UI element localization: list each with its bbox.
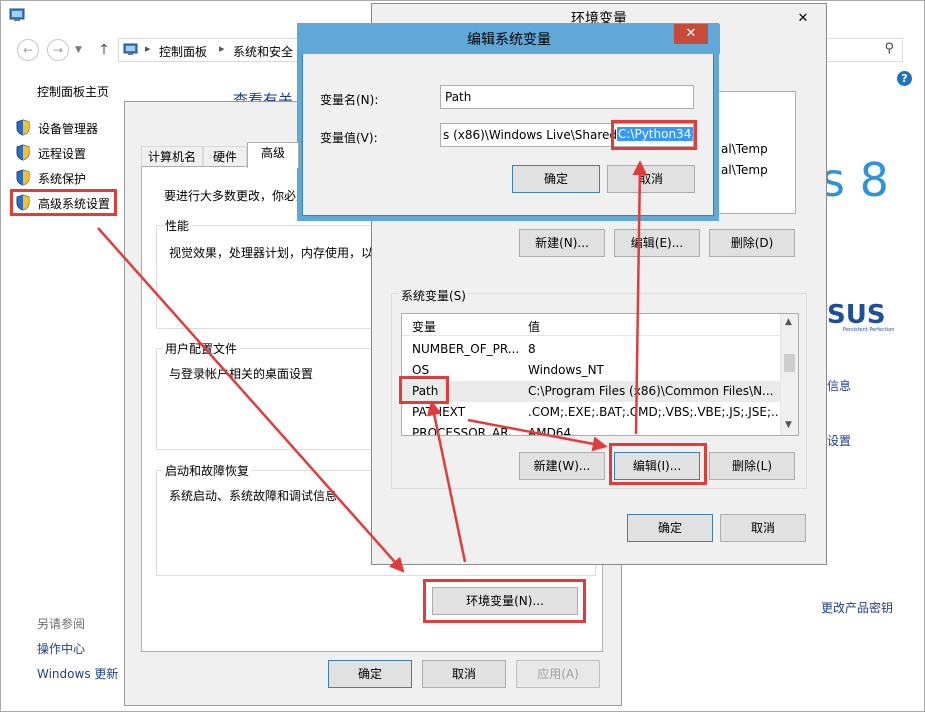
see-also-heading: 另请参阅 bbox=[37, 617, 86, 631]
variable-name-label: 变量名(N): bbox=[320, 93, 379, 107]
edit-dialog-title: 编辑系统变量 bbox=[467, 32, 551, 48]
var-name: NUMBER_OF_PR... bbox=[412, 342, 520, 356]
annotation-highlight-edit-button bbox=[609, 443, 707, 485]
change-product-key-link[interactable]: 更改产品密钥 bbox=[821, 599, 893, 616]
var-value: .COM;.EXE;.BAT;.CMD;.VBS;.VBE;.JS;.JSE;.… bbox=[528, 405, 778, 419]
sidebar-item-label: 系统保护 bbox=[38, 172, 87, 186]
system-delete-button[interactable]: 删除(L) bbox=[709, 452, 795, 480]
edit-system-variable-dialog: 编辑系统变量 ✕ 变量名(N): Path 变量值(V): s (x86)\Wi… bbox=[298, 24, 720, 216]
shield-icon bbox=[16, 169, 30, 186]
table-row[interactable]: PROCESSOR_AR... AMD64 bbox=[402, 423, 780, 436]
env-ok-button[interactable]: 确定 bbox=[627, 514, 713, 542]
sysprop-apply-button[interactable]: 应用(A) bbox=[516, 660, 600, 688]
windows-update-link[interactable]: Windows 更新 bbox=[37, 665, 118, 682]
env-cancel-button[interactable]: 取消 bbox=[720, 514, 806, 542]
close-icon[interactable]: ✕ bbox=[788, 9, 818, 29]
search-input[interactable]: ⚲ bbox=[823, 38, 903, 62]
performance-title: 性能 bbox=[163, 217, 192, 234]
annotation-highlight-path-row bbox=[399, 376, 449, 404]
user-profiles-title: 用户配置文件 bbox=[163, 340, 240, 357]
cp-sidebar: 控制面板主页 设备管理器 远程设置 系统保护 高级系统设置 另请参阅 操作中心 … bbox=[1, 65, 126, 705]
table-row[interactable]: PATHEXT .COM;.EXE;.BAT;.CMD;.VBS;.VBE;.J… bbox=[402, 402, 780, 423]
help-icon[interactable]: ? bbox=[897, 71, 912, 86]
var-value: AMD64 bbox=[528, 426, 572, 436]
user-var-row[interactable]: al\Temp bbox=[721, 142, 768, 156]
forward-arrow-icon[interactable]: → bbox=[47, 39, 69, 61]
var-value: Windows_NT bbox=[528, 363, 604, 377]
sidebar-home-link[interactable]: 控制面板主页 bbox=[37, 83, 109, 100]
variable-name-value: Path bbox=[445, 90, 472, 104]
scroll-thumb[interactable] bbox=[784, 354, 795, 372]
var-name: OS bbox=[412, 363, 430, 377]
search-icon: ⚲ bbox=[884, 41, 894, 56]
breadcrumb-separator-icon: ▸ bbox=[219, 42, 225, 55]
variable-value-text: s (x86)\Windows Live\Shared; bbox=[443, 128, 622, 142]
variable-value-label: 变量值(V): bbox=[320, 131, 378, 145]
shield-icon bbox=[16, 119, 30, 136]
var-name: PATHEXT bbox=[412, 405, 466, 419]
change-settings-link[interactable]: 设置 bbox=[827, 432, 851, 449]
startup-recovery-title: 启动和故障恢复 bbox=[163, 462, 252, 479]
user-profiles-description: 与登录帐户相关的桌面设置 bbox=[169, 367, 314, 381]
system-info-link[interactable]: 信息 bbox=[827, 377, 851, 394]
list-scrollbar[interactable]: ▲ ▼ bbox=[780, 314, 798, 435]
variable-name-input[interactable]: Path bbox=[440, 85, 694, 109]
var-name: PROCESSOR_AR... bbox=[412, 426, 520, 436]
edit-cancel-button[interactable]: 取消 bbox=[607, 165, 695, 193]
tab-advanced[interactable]: 高级 bbox=[247, 142, 299, 168]
sidebar-item-system-protection[interactable]: 系统保护 bbox=[15, 167, 123, 187]
sidebar-item-label: 设备管理器 bbox=[38, 122, 99, 136]
breadcrumb-system-security[interactable]: 系统和安全 bbox=[233, 43, 293, 60]
system-variables-title: 系统变量(S) bbox=[399, 287, 468, 304]
system-variables-list[interactable]: 变量 值 NUMBER_OF_PR... 8 OS Windows_NT Pat… bbox=[401, 313, 799, 436]
scroll-up-icon[interactable]: ▲ bbox=[785, 317, 792, 327]
edit-dialog-titlebar: 编辑系统变量 ✕ bbox=[298, 24, 720, 54]
list-header: 变量 值 bbox=[402, 314, 780, 336]
user-delete-button[interactable]: 删除(D) bbox=[709, 229, 795, 257]
annotation-highlight-env-button bbox=[423, 579, 586, 623]
tab-hardware[interactable]: 硬件 bbox=[203, 146, 247, 167]
svg-text:SUS: SUS bbox=[827, 300, 886, 330]
column-header-value[interactable]: 值 bbox=[528, 318, 540, 335]
admin-notice: 要进行大多数更改，你必须 bbox=[164, 189, 309, 203]
asus-tagline: Persistent Perfection bbox=[843, 327, 894, 333]
recent-dropdown-icon[interactable]: ▼ bbox=[75, 45, 82, 55]
startup-recovery-description: 系统启动、系统故障和调试信息 bbox=[169, 489, 338, 503]
sidebar-item-device-manager[interactable]: 设备管理器 bbox=[15, 117, 123, 137]
action-center-link[interactable]: 操作中心 bbox=[37, 640, 85, 657]
system-new-button[interactable]: 新建(W)... bbox=[519, 452, 605, 480]
breadcrumb-control-panel[interactable]: 控制面板 bbox=[159, 43, 207, 60]
column-header-variable[interactable]: 变量 bbox=[412, 318, 436, 335]
scroll-down-icon[interactable]: ▼ bbox=[785, 420, 792, 430]
performance-description: 视觉效果，处理器计划，内存使用，以 bbox=[169, 246, 374, 260]
breadcrumb-separator-icon: ▸ bbox=[145, 42, 151, 55]
user-new-button[interactable]: 新建(N)... bbox=[519, 229, 605, 257]
var-value: 8 bbox=[528, 342, 536, 356]
table-row-selected[interactable]: Path C:\Program Files (x86)\Common Files… bbox=[402, 381, 780, 402]
tab-computer-name[interactable]: 计算机名 bbox=[141, 146, 203, 167]
annotation-highlight-python-path bbox=[611, 120, 697, 150]
back-arrow-icon[interactable]: ← bbox=[17, 39, 39, 61]
asus-logo: SUS Persistent Perfection bbox=[827, 300, 894, 333]
sidebar-item-remote-settings[interactable]: 远程设置 bbox=[15, 142, 123, 162]
annotation-highlight-advanced bbox=[10, 189, 117, 216]
sysprop-ok-button[interactable]: 确定 bbox=[328, 660, 412, 688]
user-var-row[interactable]: al\Temp bbox=[721, 163, 768, 177]
table-row[interactable]: NUMBER_OF_PR... 8 bbox=[402, 339, 780, 360]
edit-ok-button[interactable]: 确定 bbox=[512, 165, 600, 193]
shield-icon bbox=[16, 144, 30, 161]
sysprop-cancel-button[interactable]: 取消 bbox=[422, 660, 506, 688]
table-row[interactable]: OS Windows_NT bbox=[402, 360, 780, 381]
up-arrow-icon[interactable]: ↑ bbox=[97, 41, 111, 59]
user-edit-button[interactable]: 编辑(E)... bbox=[614, 229, 700, 257]
control-panel-icon bbox=[9, 8, 25, 21]
close-icon[interactable]: ✕ bbox=[674, 24, 708, 44]
windows-8-logo: s 8 bbox=[821, 153, 889, 207]
address-control-panel-icon bbox=[123, 43, 138, 55]
sidebar-item-label: 远程设置 bbox=[38, 147, 87, 161]
var-value: C:\Program Files (x86)\Common Files\N... bbox=[528, 384, 774, 398]
